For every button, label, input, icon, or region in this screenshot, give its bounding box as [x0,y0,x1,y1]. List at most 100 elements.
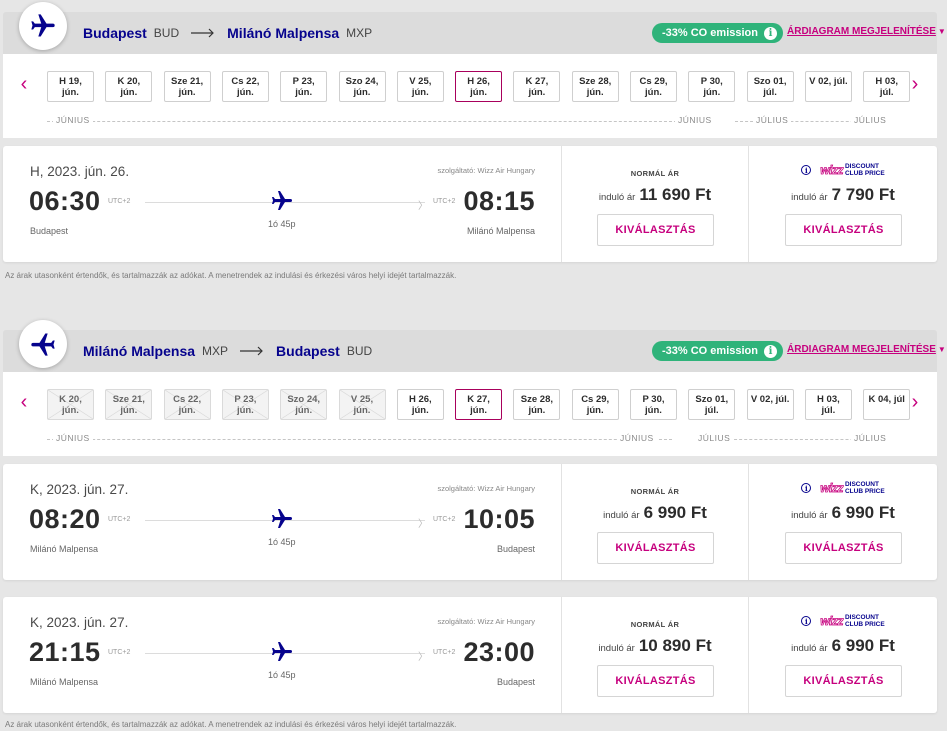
price-amount: 11 690 Ft [639,185,712,204]
date-month: júl. [821,405,836,416]
date-option[interactable]: Cs 29, jún. [630,71,677,102]
date-option[interactable]: Sze 28, jún. [513,389,561,420]
plane-badge [19,2,67,50]
co-emission-badge[interactable]: -33% CO emission i [652,23,783,43]
date-option[interactable]: K 27, jún. [455,389,503,420]
wizz-logo-word: wizz [820,163,844,178]
from-label: induló ár [598,643,635,654]
select-normal-fare-button[interactable]: KIVÁLASZTÁS [597,665,714,697]
date-option[interactable]: V 25, jún. [396,71,444,102]
discount-club-price-label: DISCOUNT CLUB PRICE [845,481,885,495]
date-option[interactable]: Szo 24, jún. [338,71,386,102]
arrival-time: 10:05 [463,504,535,534]
chevron-left-icon[interactable]: ‹ [17,72,31,96]
normal-fare-column: NORMÁL ÁR induló ár 10 890 Ft KIVÁLASZTÁS [561,597,748,713]
date-option[interactable]: K 20, jún. [105,71,153,102]
select-club-fare-button[interactable]: KIVÁLASZTÁS [785,665,902,697]
month-label: JÚNIUS [53,115,93,125]
arrival-city: Milánó Malpensa [466,226,535,236]
date-day: Cs 22, [231,76,260,87]
departure-timezone: UTC+2 [108,516,131,523]
date-month: jún. [178,87,196,98]
date-option[interactable]: K 04, júl [863,389,911,420]
date-option[interactable]: Cs 22, jún. [221,71,269,102]
logo-line: CLUB PRICE [844,621,885,628]
return-route-header: Milánó Malpensa MXP Budapest BUD -33% CO… [3,320,946,372]
long-arrow-right-icon [191,28,214,38]
plane-icon [31,14,55,37]
info-icon[interactable]: i [763,344,777,358]
date-option[interactable]: V 02, júl. [746,389,794,420]
date-day: H 26, [467,76,490,87]
from-label: induló ár [598,192,636,203]
date-option[interactable]: H 03, júl. [804,389,852,420]
date-option[interactable]: P 23, jún. [280,71,328,102]
date-day: Cs 22, [173,394,202,405]
date-option[interactable]: H 26, jún. [455,71,503,102]
date-day: Szo 01, [753,76,787,87]
chevron-right-icon[interactable]: › [908,72,922,96]
club-fare-price: induló ár 7 790 Ft [749,185,937,205]
date-option[interactable]: H 19, jún. [47,71,94,102]
date-day: V 25, [350,394,374,405]
date-option[interactable]: Sze 21, jún. [163,71,211,102]
logo-line: CLUB PRICE [844,488,885,495]
destination-code: BUD [346,344,373,358]
date-day: Szo 24, [345,76,379,87]
plane-badge [19,320,67,368]
date-option[interactable]: Cs 29, jún. [571,389,619,420]
date-option[interactable]: H 03, júl. [863,71,911,102]
price-chart-link[interactable]: ÁRDIAGRAM MEGJELENÍTÉSE ▼ [787,26,946,37]
date-day: Cs 29, [639,76,668,87]
departure-timezone: UTC+2 [108,198,131,205]
price-amount: 6 990 Ft [643,503,707,522]
arrival-time: 08:15 [463,186,535,216]
from-label: induló ár [603,510,640,521]
select-club-fare-button[interactable]: KIVÁLASZTÁS [785,532,902,564]
date-option[interactable]: K 27, jún. [513,71,561,102]
select-club-fare-button[interactable]: KIVÁLASZTÁS [785,214,902,246]
club-fare-column: i wizz DISCOUNT CLUB PRICE induló ár 7 790 Ft… [748,146,937,262]
date-option[interactable]: Szo 01, júl. [688,389,736,420]
date-option[interactable]: P 30, jún. [630,389,677,420]
normal-fare-column: NORMÁL ÁR induló ár 11 690 Ft KIVÁLASZTÁS [561,146,748,262]
flight-duration: 1ó 45p [268,537,296,547]
select-normal-fare-button[interactable]: KIVÁLASZTÁS [597,532,714,564]
operator-label: szolgáltató: Wizz Air Hungary [437,617,535,626]
date-option[interactable]: P 30, jún. [688,71,736,102]
date-month: júl. [704,405,719,416]
discount-club-price-label: DISCOUNT CLUB PRICE [845,614,885,628]
month-label: JÚNIUS [617,433,657,443]
price-chart-link[interactable]: ÁRDIAGRAM MEGJELENÍTÉSE ▼ [787,344,946,355]
date-month: jún. [411,405,429,416]
chevron-left-icon[interactable]: ‹ [17,390,31,414]
disclaimer: Az árak utasonként értendők, és tartalma… [5,720,457,729]
flight-date: K, 2023. jún. 27. [30,482,129,497]
arrival-time: 23:00 [463,637,535,667]
date-option[interactable]: Szo 01, júl. [746,71,794,102]
normal-fare-title: NORMÁL ÁR [630,169,680,178]
flight-card: H, 2023. jún. 26. szolgáltató: Wizz Air H… [3,146,937,262]
date-option: Sze 21, jún. [105,389,153,420]
logo-line: CLUB PRICE [844,170,885,177]
date-day: P 23, [234,394,257,405]
date-month: jún. [645,87,662,98]
info-icon[interactable]: i [801,616,812,626]
chevron-right-icon: 〉 [418,201,428,212]
co-emission-badge[interactable]: -33% CO emission i [652,341,783,361]
date-option[interactable]: V 02, júl. [804,71,852,102]
disclaimer: Az árak utasonként értendők, és tartalma… [5,271,457,280]
price-chart-link-label: ÁRDIAGRAM MEGJELENÍTÉSE [787,26,936,37]
select-normal-fare-button[interactable]: KIVÁLASZTÁS [597,214,714,246]
info-icon[interactable]: i [763,26,777,40]
date-month: jún. [528,405,546,416]
date-day: V 02, júl. [809,76,848,87]
info-icon[interactable]: i [801,483,812,493]
date-option[interactable]: H 26, jún. [396,389,444,420]
date-option[interactable]: Sze 28, jún. [571,71,619,102]
info-icon[interactable]: i [801,165,812,175]
chevron-right-icon[interactable]: › [908,390,922,414]
origin-code: MXP [202,344,229,358]
flight-duration: 1ó 45p [268,670,296,680]
co-emission-text: -33% CO emission [662,27,758,39]
